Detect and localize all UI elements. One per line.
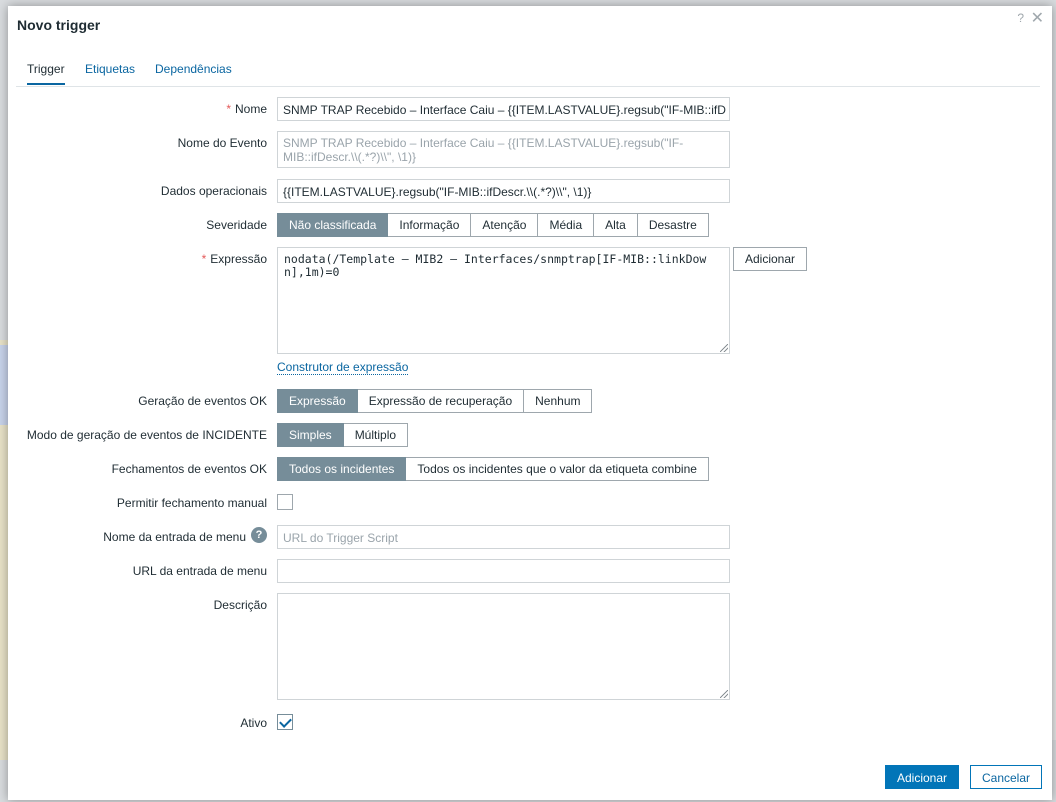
add-expression-button[interactable]: Adicionar — [733, 247, 808, 271]
url-input[interactable] — [277, 559, 730, 583]
submit-add-button[interactable]: Adicionar — [885, 765, 959, 789]
description-label: Descrição — [213, 598, 267, 612]
description-textarea[interactable] — [277, 593, 730, 700]
checkmark-icon — [279, 715, 292, 728]
ok-gen-expression[interactable]: Expressão — [277, 389, 358, 413]
enabled-checkbox[interactable] — [277, 714, 293, 730]
ok-close-tag-match[interactable]: Todos os incidentes que o valor da etiqu… — [406, 457, 709, 481]
url-name-input[interactable]: URL do Trigger Script — [277, 525, 730, 549]
ok-gen-none[interactable]: Nenhum — [524, 389, 593, 413]
manual-close-label: Permitir fechamento manual — [116, 496, 267, 510]
background-page-panel — [0, 345, 8, 425]
required-marker: * — [226, 102, 231, 116]
tab-dependencies[interactable]: Dependências — [155, 62, 232, 76]
severity-selector: Não classificada Informação Atenção Médi… — [277, 213, 709, 237]
name-label: * Nome — [226, 102, 267, 116]
name-label-text: Nome — [234, 102, 267, 116]
problem-mode-multiple[interactable]: Múltiplo — [343, 423, 409, 447]
severity-warning[interactable]: Atenção — [471, 213, 539, 237]
expression-value: nodata(/Template – MIB2 – Interfaces/snm… — [284, 252, 707, 279]
resize-handle-icon[interactable] — [720, 690, 728, 698]
ok-gen-recovery-expression[interactable]: Expressão de recuperação — [357, 389, 525, 413]
expression-label-text: Expressão — [210, 252, 267, 266]
expression-label: * Expressão — [202, 252, 267, 266]
ok-close-label: Fechamentos de eventos OK — [111, 462, 267, 476]
severity-not-classified[interactable]: Não classificada — [277, 213, 389, 237]
cancel-button[interactable]: Cancelar — [970, 765, 1042, 789]
required-marker: * — [201, 252, 207, 266]
close-icon[interactable]: ✕ — [1031, 8, 1044, 28]
ok-close-all[interactable]: Todos os incidentes — [277, 457, 407, 481]
expression-builder-link[interactable]: Construtor de expressão — [277, 360, 409, 375]
tab-tags[interactable]: Etiquetas — [85, 62, 135, 76]
ok-event-generation-selector: Expressão Expressão de recuperação Nenhu… — [277, 389, 593, 413]
ok-close-selector: Todos os incidentes Todos os incidentes … — [277, 457, 709, 481]
tab-bar: Trigger Etiquetas Dependências — [16, 58, 1040, 87]
tab-trigger[interactable]: Trigger — [27, 62, 65, 85]
new-trigger-dialog: Novo trigger ? ✕ Trigger Etiquetas Depen… — [8, 6, 1052, 800]
ok-event-generation-label: Geração de eventos OK — [138, 394, 267, 408]
expression-textarea[interactable]: nodata(/Template – MIB2 – Interfaces/snm… — [277, 247, 730, 354]
severity-information[interactable]: Informação — [388, 213, 472, 237]
opdata-label: Dados operacionais — [160, 184, 267, 198]
enabled-label: Ativo — [240, 716, 267, 730]
url-label: URL da entrada de menu — [132, 564, 267, 578]
event-name-textarea[interactable]: SNMP TRAP Recebido – Interface Caiu – {{… — [277, 131, 730, 168]
url-name-label: Nome da entrada de menu — [103, 530, 246, 544]
dialog-title: Novo trigger — [17, 17, 101, 33]
event-name-label: Nome do Evento — [177, 136, 267, 150]
opdata-input[interactable]: {{ITEM.LASTVALUE}.regsub("IF-MIB::ifDesc… — [277, 179, 730, 203]
severity-disaster[interactable]: Desastre — [637, 213, 709, 237]
question-circle-icon[interactable]: ? — [251, 527, 267, 543]
severity-label: Severidade — [206, 218, 267, 232]
severity-average[interactable]: Média — [538, 213, 595, 237]
event-name-placeholder: SNMP TRAP Recebido – Interface Caiu – {{… — [283, 136, 684, 164]
help-icon[interactable]: ? — [1017, 11, 1024, 25]
problem-mode-label: Modo de geração de eventos de INCIDENTE — [26, 428, 267, 442]
problem-mode-single[interactable]: Simples — [277, 423, 344, 447]
severity-high[interactable]: Alta — [594, 213, 638, 237]
manual-close-checkbox[interactable] — [277, 494, 293, 510]
name-input[interactable]: SNMP TRAP Recebido – Interface Caiu – {{… — [277, 97, 730, 121]
problem-mode-selector: Simples Múltiplo — [277, 423, 409, 447]
resize-handle-icon[interactable] — [720, 344, 728, 352]
